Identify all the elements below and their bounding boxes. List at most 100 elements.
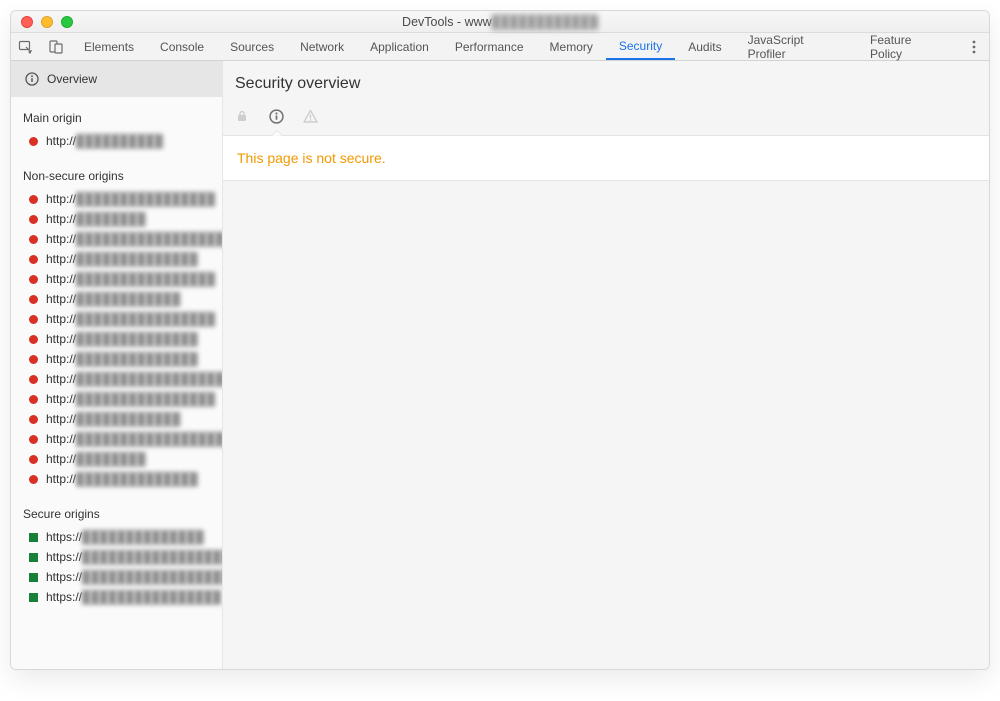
origin-item[interactable]: http://██████████████ [11,249,222,269]
origin-item[interactable]: http://████████ [11,449,222,469]
origin-item[interactable]: http://████████████████ [11,189,222,209]
active-state-pointer [271,131,283,137]
tab-elements[interactable]: Elements [71,33,147,60]
window-title-prefix: DevTools - www [402,15,492,29]
origin-scheme: http:// [46,412,76,426]
origin-scheme: https:// [46,550,82,564]
window-title-blur: ████████████ [492,15,598,29]
insecure-indicator-icon [29,275,38,284]
origin-item[interactable]: https://██████████████ [11,527,222,547]
origin-host-redacted: ██████████████████ [76,432,223,446]
inspect-element-icon[interactable] [11,33,41,60]
origin-item[interactable]: http://██████████████████ [11,429,222,449]
info-icon [25,72,39,86]
origin-url: http://████████████ [46,292,180,306]
origin-url: http://████████ [46,212,146,226]
origin-url: http://██████████████ [46,332,198,346]
origin-url: http://████████████████ [46,312,215,326]
origin-url: http://████████████████ [46,272,215,286]
tab-application[interactable]: Application [357,33,442,60]
secure-indicator-icon [29,593,38,602]
panel-tabs: ElementsConsoleSourcesNetworkApplication… [71,33,959,60]
more-menu-icon[interactable] [959,33,989,60]
insecure-indicator-icon [29,435,38,444]
origin-url: http://██████████████ [46,352,198,366]
origin-host-redacted: ██████████████ [76,352,198,366]
tab-console[interactable]: Console [147,33,217,60]
insecure-indicator-icon [29,475,38,484]
insecure-indicator-icon [29,137,38,146]
origin-item[interactable]: http://████████████████ [11,269,222,289]
sidebar-section-heading: Main origin [11,97,222,131]
origin-host-redacted: ████████████████ [76,192,215,206]
insecure-indicator-icon [29,215,38,224]
tab-network[interactable]: Network [287,33,357,60]
origin-item[interactable]: http://████████████ [11,289,222,309]
origin-url: https://████████████████ [46,590,221,604]
tab-security[interactable]: Security [606,33,675,60]
origin-host-redacted: ██████████████████ [76,372,223,386]
security-main-panel: Security overview This page is not secur… [223,61,989,669]
insecure-indicator-icon [29,415,38,424]
close-window-button[interactable] [21,16,33,28]
origin-url: http://██████████ [46,134,163,148]
insecure-indicator-icon [29,375,38,384]
sidebar-overview-item[interactable]: Overview [11,61,222,97]
origin-host-redacted: ████████████████ [76,272,215,286]
tab-javascript-profiler[interactable]: JavaScript Profiler [735,33,857,60]
origin-item[interactable]: https://████████████████ [11,587,222,607]
sidebar-overview-label: Overview [47,72,97,86]
origin-url: http://██████████████ [46,472,198,486]
origin-item[interactable]: http://████████████████ [11,389,222,409]
warning-triangle-icon[interactable] [303,109,319,125]
tab-audits[interactable]: Audits [675,33,734,60]
insecure-indicator-icon [29,335,38,344]
insecure-indicator-icon [29,235,38,244]
window-controls [11,16,73,28]
origin-item[interactable]: http://██████████████████ [11,229,222,249]
origin-scheme: https:// [46,570,82,584]
origin-host-redacted: ██████████████████ [76,232,223,246]
secure-indicator-icon [29,573,38,582]
origin-item[interactable]: http://██████████████████ [11,369,222,389]
origin-host-redacted: ██████████ [76,134,163,148]
sidebar-section-heading: Secure origins [11,493,222,527]
origin-item[interactable]: https://████████████████████ [11,547,222,567]
tab-feature-policy[interactable]: Feature Policy [857,33,959,60]
origin-item[interactable]: http://██████████ [11,131,222,151]
lock-icon[interactable] [235,109,251,125]
zoom-window-button[interactable] [61,16,73,28]
origin-scheme: http:// [46,372,76,386]
origin-item[interactable]: http://████████ [11,209,222,229]
origin-scheme: https:// [46,530,82,544]
tab-sources[interactable]: Sources [217,33,287,60]
origin-host-redacted: ████████ [76,452,146,466]
origin-scheme: http:// [46,312,76,326]
origin-scheme: http:// [46,232,76,246]
security-sidebar: Overview Main originhttp://██████████Non… [11,61,223,669]
origin-list: https://██████████████ https://██████████… [11,527,222,611]
device-toggle-icon[interactable] [41,33,71,60]
origin-scheme: http:// [46,332,76,346]
insecure-indicator-icon [29,455,38,464]
security-banner-text: This page is not secure. [237,150,975,166]
origin-scheme: http:// [46,452,76,466]
origin-item[interactable]: https://██████████████████ [11,567,222,587]
origin-item[interactable]: http://██████████████ [11,329,222,349]
origin-scheme: http:// [46,192,76,206]
origin-item[interactable]: http://██████████████ [11,469,222,489]
origin-scheme: http:// [46,212,76,226]
origin-url: https://████████████████████ [46,550,223,564]
origin-item[interactable]: http://████████████ [11,409,222,429]
main-header: Security overview [223,61,989,99]
origin-scheme: http:// [46,252,76,266]
origin-item[interactable]: http://██████████████ [11,349,222,369]
origin-scheme: http:// [46,272,76,286]
tab-performance[interactable]: Performance [442,33,537,60]
minimize-window-button[interactable] [41,16,53,28]
info-state-icon[interactable] [269,109,285,125]
tab-memory[interactable]: Memory [537,33,606,60]
origin-scheme: http:// [46,392,76,406]
origin-item[interactable]: http://████████████████ [11,309,222,329]
insecure-indicator-icon [29,255,38,264]
